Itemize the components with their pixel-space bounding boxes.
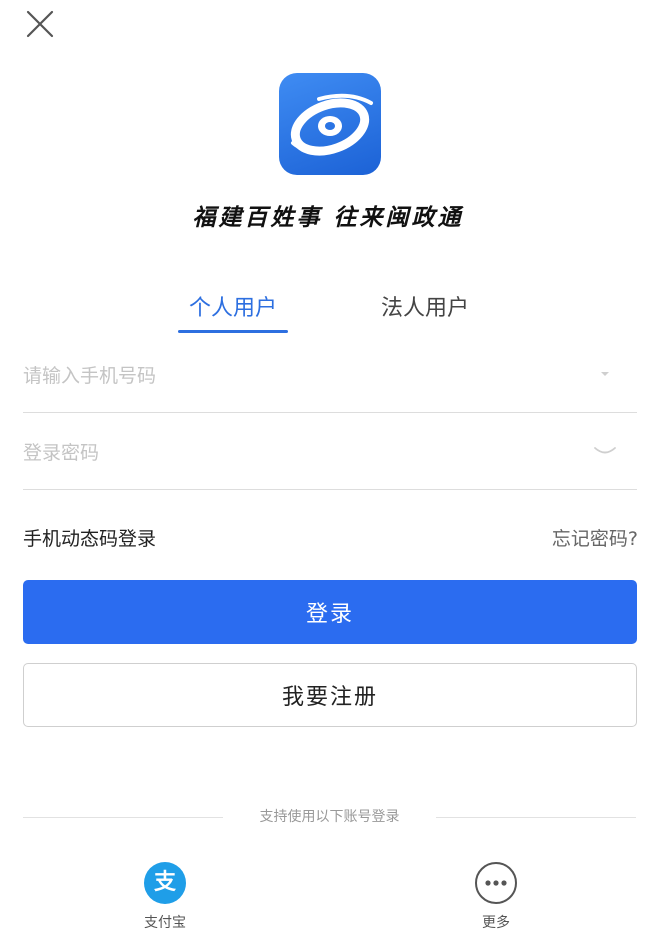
tab-corporate-user[interactable]: 法人用户 — [356, 290, 494, 336]
app-logo — [279, 73, 381, 175]
sms-login-link[interactable]: 手机动态码登录 — [23, 524, 156, 551]
more-login-button[interactable]: 更多 — [441, 862, 551, 932]
eye-closed-icon[interactable] — [593, 443, 617, 459]
more-label: 更多 — [482, 915, 510, 931]
alipay-icon-glyph: 支 — [153, 870, 176, 895]
alipay-label: 支付宝 — [144, 915, 186, 931]
close-icon — [26, 10, 54, 38]
more-dots-icon — [475, 862, 517, 904]
third-party-login-hint: 支持使用以下账号登录 — [259, 809, 400, 825]
alipay-icon: 支 — [144, 862, 186, 904]
chevron-down-icon[interactable] — [597, 366, 613, 382]
register-button[interactable]: 我要注册 — [23, 663, 637, 727]
divider-right — [436, 817, 636, 818]
close-button[interactable] — [22, 6, 58, 42]
phone-field — [23, 336, 637, 413]
password-field — [23, 413, 637, 490]
tab-active-indicator — [178, 330, 288, 333]
app-logo-icon — [290, 93, 373, 156]
forgot-password-link[interactable]: 忘记密码? — [552, 524, 638, 551]
phone-input[interactable] — [23, 358, 583, 394]
alipay-login-button[interactable]: 支 支付宝 — [110, 862, 220, 932]
password-input[interactable] — [23, 435, 583, 471]
app-slogan: 福建百姓事 往来闽政通 — [192, 204, 464, 231]
divider-left — [23, 817, 223, 818]
login-button[interactable]: 登录 — [23, 580, 637, 644]
